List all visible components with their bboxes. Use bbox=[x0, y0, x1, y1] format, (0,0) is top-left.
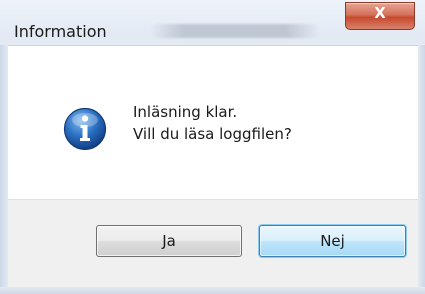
title-blurred-text bbox=[150, 24, 320, 38]
close-button[interactable]: X bbox=[345, 2, 415, 30]
no-button-label: Nej bbox=[320, 232, 345, 250]
window-title: Information bbox=[14, 22, 107, 41]
no-button[interactable]: Nej bbox=[259, 225, 406, 257]
window-bottom-border bbox=[0, 287, 425, 294]
window-right-border bbox=[418, 45, 425, 287]
close-icon: X bbox=[374, 4, 386, 22]
message-area: Inläsning klar. Vill du läsa loggfilen? bbox=[8, 45, 418, 199]
yes-button[interactable]: Ja bbox=[96, 225, 242, 257]
info-icon bbox=[63, 107, 107, 151]
dialog-window: Information X Inläsning klar. Vill du lä… bbox=[0, 0, 425, 294]
window-left-border bbox=[0, 45, 8, 287]
dialog-message: Inläsning klar. Vill du läsa loggfilen? bbox=[133, 101, 292, 145]
message-line-2: Vill du läsa loggfilen? bbox=[133, 125, 292, 143]
yes-button-label: Ja bbox=[162, 232, 176, 250]
title-bar[interactable]: Information X bbox=[0, 0, 425, 45]
message-line-1: Inläsning klar. bbox=[133, 103, 238, 121]
